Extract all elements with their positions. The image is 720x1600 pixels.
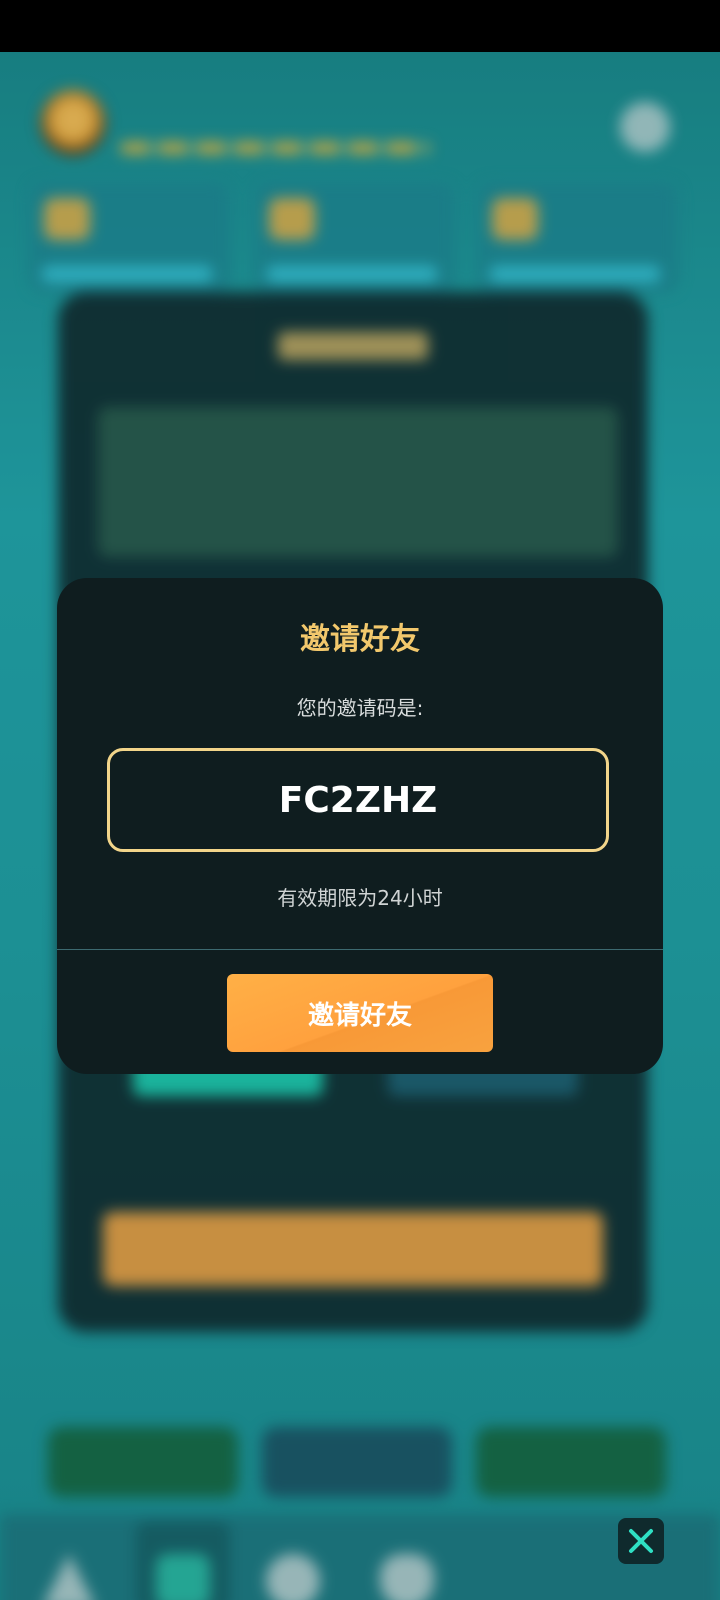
invite-modal: 邀请好友 您的邀请码是: FC2ZHZ 有效期限为24小时 邀请好友 <box>57 578 663 1074</box>
divider <box>57 949 663 950</box>
invite-code: FC2ZHZ <box>278 779 438 821</box>
close-button[interactable] <box>618 1518 664 1564</box>
invite-friends-button[interactable]: 邀请好友 <box>227 974 493 1052</box>
modal-title: 邀请好友 <box>300 622 420 657</box>
validity-text: 有效期限为24小时 <box>277 886 443 910</box>
invite-code-box[interactable]: FC2ZHZ <box>107 748 609 852</box>
invite-code-label: 您的邀请码是: <box>296 696 424 720</box>
invite-button-label: 邀请好友 <box>307 1000 412 1031</box>
close-icon <box>629 1529 653 1553</box>
status-bar <box>0 0 720 52</box>
